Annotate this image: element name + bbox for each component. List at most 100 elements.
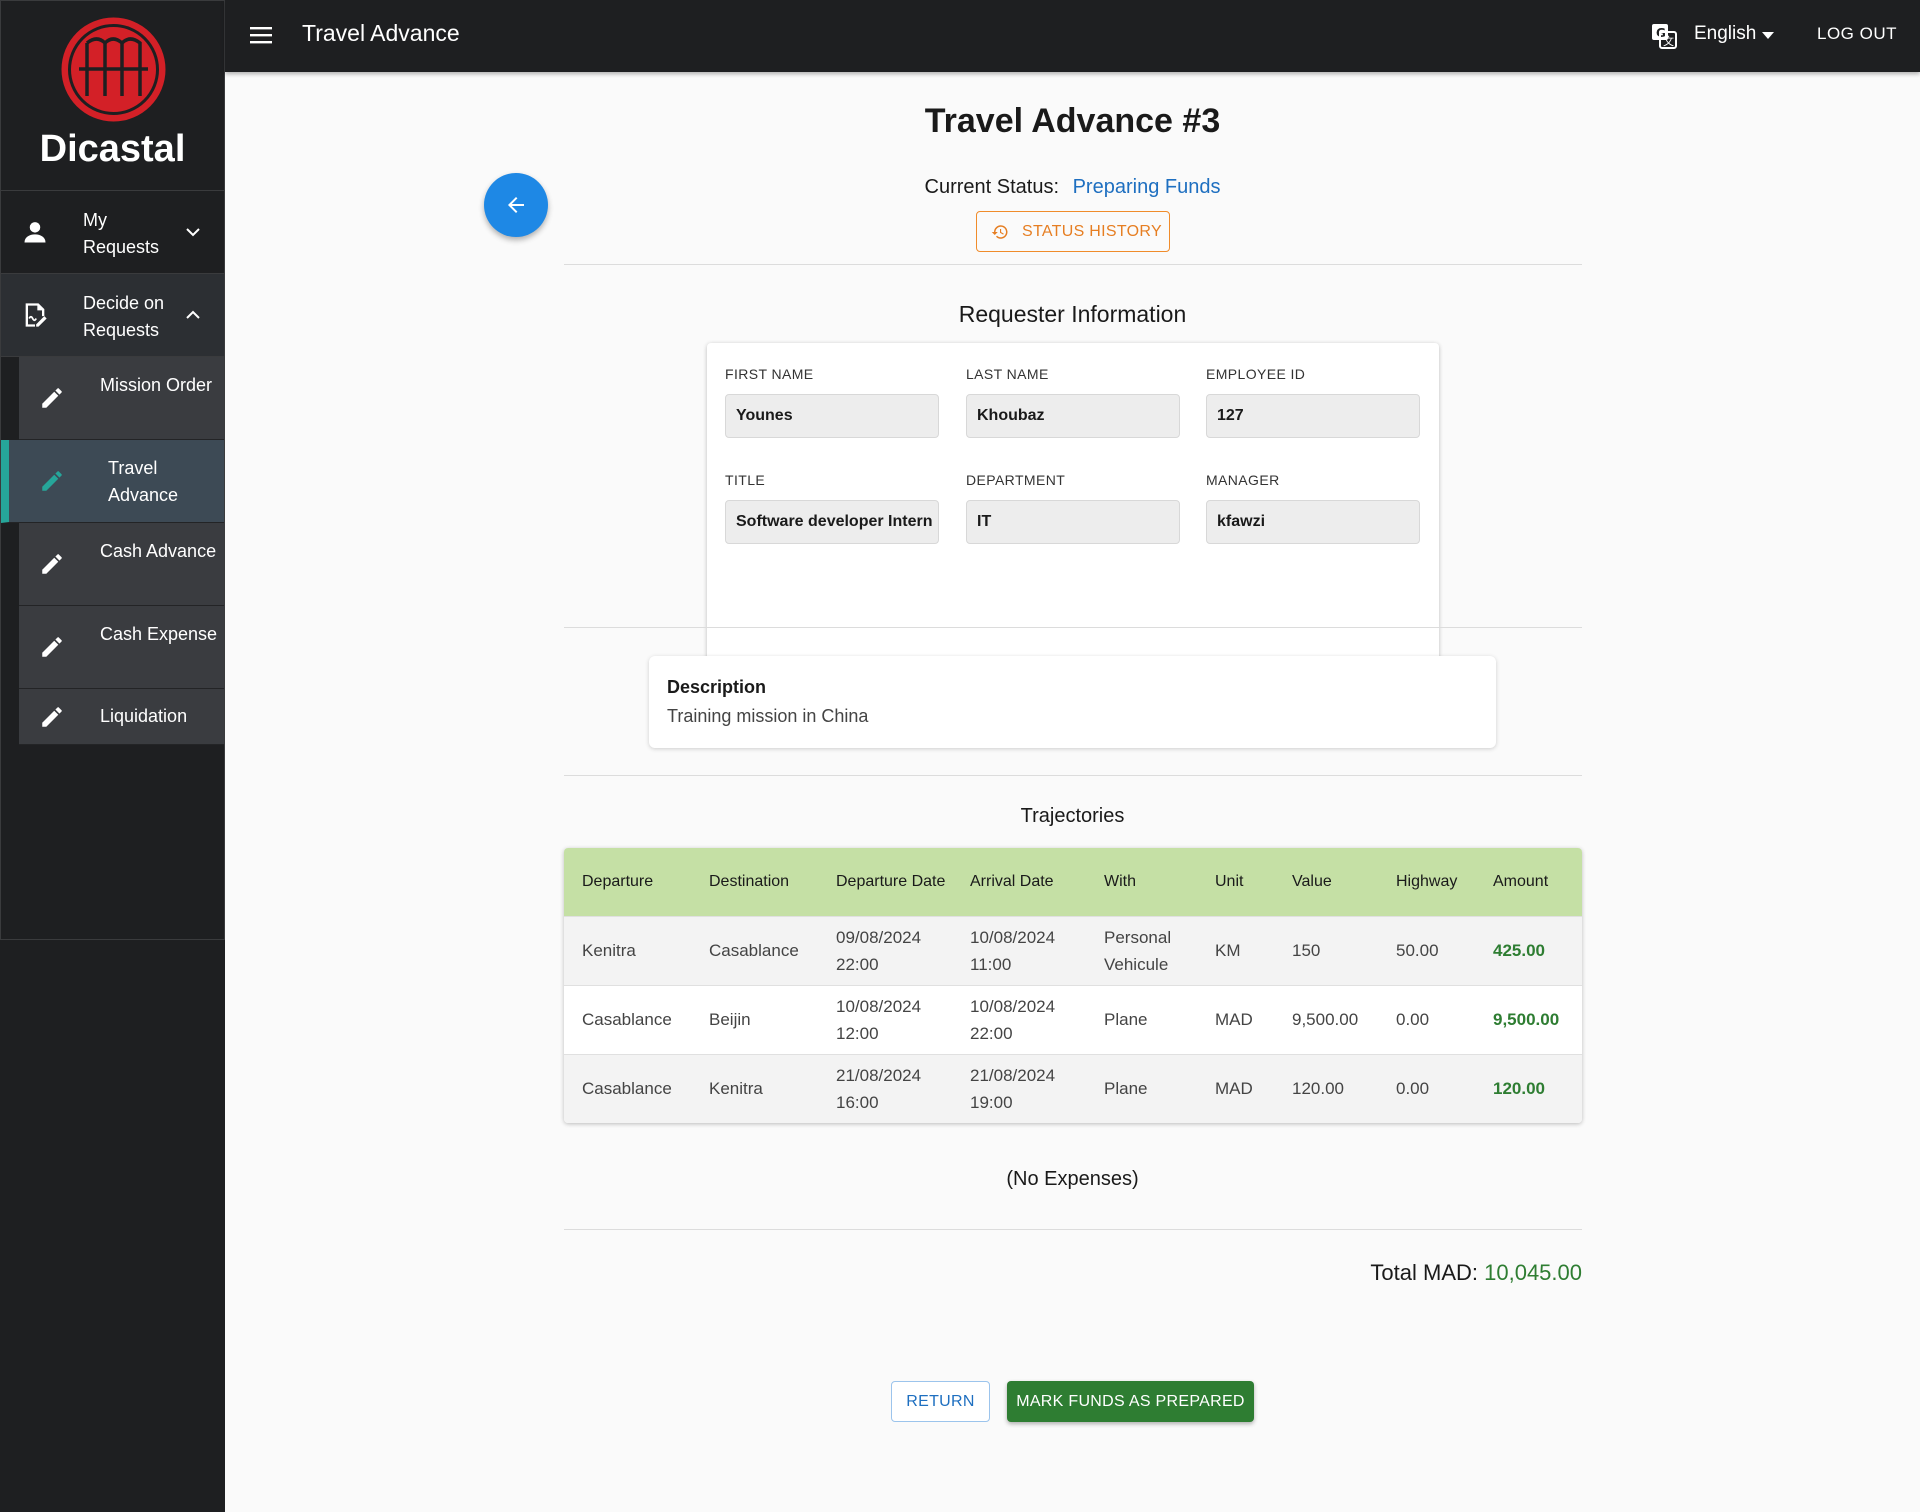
menu-icon[interactable] bbox=[250, 26, 272, 44]
sidebar-item-label: Liquidation bbox=[100, 706, 188, 726]
cell: 10/08/2024 12:00 bbox=[818, 984, 952, 1054]
trajectories-table: Departure Destination Departure Date Arr… bbox=[564, 848, 1582, 1123]
column-header: Destination bbox=[691, 848, 818, 916]
sidebar-item-cash-advance[interactable]: Cash Advance bbox=[19, 523, 224, 606]
chevron-up-icon bbox=[186, 310, 200, 319]
total-value: 10,045.00 bbox=[1484, 1260, 1582, 1285]
amount-cell: 9,500.00 bbox=[1475, 984, 1582, 1054]
field-value: Younes bbox=[725, 394, 939, 438]
total-label: Total MAD: bbox=[1370, 1260, 1478, 1285]
column-header: Unit bbox=[1197, 848, 1274, 916]
person-icon bbox=[24, 222, 46, 243]
cell: 50.00 bbox=[1378, 915, 1475, 985]
pencil-icon bbox=[42, 388, 62, 408]
brand: Dicastal bbox=[1, 1, 224, 191]
divider bbox=[564, 1229, 1582, 1230]
table-header-row: Departure Destination Departure Date Arr… bbox=[564, 848, 1582, 916]
table-row: Casablance Kenitra 21/08/2024 16:00 21/0… bbox=[564, 1053, 1582, 1123]
nav-group-label: Decide on Requests bbox=[83, 293, 165, 340]
field-value: IT bbox=[966, 500, 1180, 544]
field-label: MANAGER bbox=[1206, 472, 1280, 488]
return-button[interactable]: RETURN bbox=[891, 1381, 990, 1422]
pencil-icon bbox=[42, 471, 62, 491]
pencil-icon bbox=[42, 707, 62, 727]
sidebar-item-label: Cash Expense bbox=[100, 624, 218, 644]
cell: Plane bbox=[1086, 984, 1197, 1054]
pencil-icon bbox=[42, 637, 62, 657]
status-line: Current Status: Preparing Funds bbox=[225, 176, 1920, 199]
cell: 150 bbox=[1274, 915, 1378, 985]
field-label: EMPLOYEE ID bbox=[1206, 366, 1306, 382]
cell: MAD bbox=[1197, 984, 1274, 1054]
cell: KM bbox=[1197, 915, 1274, 985]
logout-button[interactable]: LOG OUT bbox=[1817, 24, 1897, 44]
brand-name: Dicastal bbox=[39, 128, 186, 170]
cell: Personal Vehicule bbox=[1086, 915, 1197, 985]
cell: 21/08/2024 16:00 bbox=[818, 1053, 952, 1123]
first-name-field: FIRST NAME Younes bbox=[725, 366, 939, 438]
cell: 0.00 bbox=[1378, 984, 1475, 1054]
amount-cell: 425.00 bbox=[1475, 915, 1582, 985]
status-label: Current Status: bbox=[924, 176, 1060, 198]
nav-group-my-requests[interactable]: My Requests bbox=[1, 191, 224, 274]
sidebar-item-label: Cash Advance bbox=[100, 541, 217, 561]
sidebar-item-cash-expense[interactable]: Cash Expense bbox=[19, 606, 224, 689]
main-content: Travel Advance #3 Current Status: Prepar… bbox=[225, 72, 1920, 1512]
language-selector[interactable]: English bbox=[1694, 23, 1756, 45]
last-name-field: LAST NAME Khoubaz bbox=[966, 366, 1180, 438]
status-history-button[interactable]: STATUS HISTORY bbox=[976, 211, 1170, 252]
cell: 09/08/2024 22:00 bbox=[818, 915, 952, 985]
divider bbox=[564, 775, 1582, 776]
svg-text:文: 文 bbox=[1663, 34, 1674, 48]
sidebar: Dicastal My Requests Decide on Requests bbox=[0, 0, 225, 1512]
total-amount: Total MAD: 10,045.00 bbox=[1370, 1260, 1582, 1286]
sidebar-item-liquidation[interactable]: Liquidation bbox=[19, 689, 224, 745]
cell: Beijin bbox=[691, 984, 818, 1054]
cell: 9,500.00 bbox=[1274, 984, 1378, 1054]
dicastal-logo bbox=[61, 17, 166, 122]
cell: 10/08/2024 11:00 bbox=[952, 915, 1086, 985]
title-field: TITLE Software developer Intern bbox=[725, 472, 939, 544]
cell: Plane bbox=[1086, 1053, 1197, 1123]
cell: Casablance bbox=[564, 1053, 691, 1123]
field-value: Khoubaz bbox=[966, 394, 1180, 438]
field-label: FIRST NAME bbox=[725, 366, 814, 382]
sign-document-icon bbox=[25, 303, 47, 327]
field-value: 127 bbox=[1206, 394, 1420, 438]
mark-funds-prepared-button[interactable]: MARK FUNDS AS PREPARED bbox=[1007, 1381, 1254, 1422]
manager-field: MANAGER kfawzi bbox=[1206, 472, 1420, 544]
field-label: LAST NAME bbox=[966, 366, 1049, 382]
field-label: DEPARTMENT bbox=[966, 472, 1066, 488]
sidebar-item-label: Travel Advance bbox=[108, 458, 179, 505]
field-value: Software developer Intern bbox=[725, 500, 939, 544]
divider bbox=[564, 264, 1582, 265]
top-app-bar: Travel Advance G 文 English LOG OUT bbox=[225, 0, 1920, 72]
employee-id-field: EMPLOYEE ID 127 bbox=[1206, 366, 1420, 438]
cell: Kenitra bbox=[691, 1053, 818, 1123]
sidebar-item-label: Mission Order bbox=[100, 375, 213, 395]
nav-group-label: My Requests bbox=[83, 210, 160, 257]
sidebar-item-mission-order[interactable]: Mission Order bbox=[19, 357, 224, 440]
field-value: kfawzi bbox=[1206, 500, 1420, 544]
history-icon bbox=[991, 225, 1008, 239]
trajectories-title: Trajectories bbox=[1020, 805, 1125, 827]
page-title: Travel Advance #3 bbox=[924, 102, 1221, 140]
cell: 21/08/2024 19:00 bbox=[952, 1053, 1086, 1123]
amount-cell: 120.00 bbox=[1475, 1053, 1582, 1123]
nav-group-decide-on-requests[interactable]: Decide on Requests bbox=[1, 274, 224, 357]
cell: Casablance bbox=[691, 915, 818, 985]
translate-icon[interactable]: G 文 bbox=[1650, 22, 1678, 50]
status-history-label: STATUS HISTORY bbox=[1022, 223, 1162, 240]
status-value: Preparing Funds bbox=[1072, 176, 1221, 198]
cell: MAD bbox=[1197, 1053, 1274, 1123]
field-label: TITLE bbox=[725, 472, 766, 488]
sidebar-item-travel-advance[interactable]: Travel Advance bbox=[1, 440, 224, 523]
table-row: Casablance Beijin 10/08/2024 12:00 10/08… bbox=[564, 984, 1582, 1054]
column-header: Arrival Date bbox=[952, 848, 1086, 916]
caret-down-icon[interactable] bbox=[1762, 32, 1774, 40]
department-field: DEPARTMENT IT bbox=[966, 472, 1180, 544]
column-header: Amount bbox=[1475, 848, 1582, 916]
column-header: Value bbox=[1274, 848, 1378, 916]
chevron-down-icon bbox=[186, 228, 200, 237]
table-row: Kenitra Casablance 09/08/2024 22:00 10/0… bbox=[564, 915, 1582, 985]
